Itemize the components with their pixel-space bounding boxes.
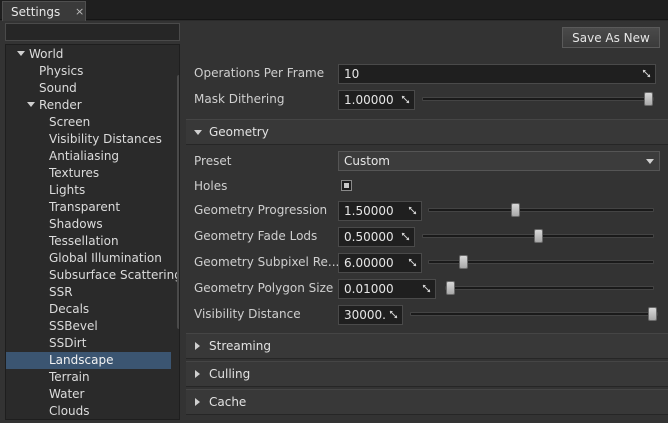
section-title: Streaming <box>209 339 271 353</box>
tree-item-textures[interactable]: Textures <box>49 165 179 182</box>
tree-item-decals[interactable]: Decals <box>49 301 179 318</box>
expand-field-icon[interactable] <box>408 258 417 267</box>
holes-checkbox[interactable] <box>341 180 352 191</box>
operations-per-frame-field[interactable]: 10 <box>338 64 656 84</box>
geometry-fade-lods-field[interactable]: 0.50000 <box>338 227 415 247</box>
geometry-polygon-size-label: Geometry Polygon Size <box>194 281 334 295</box>
tree-item-ssr[interactable]: SSR <box>49 284 179 301</box>
geometry-progression-slider[interactable] <box>428 203 654 217</box>
geometry-fade-lods-label: Geometry Fade Lods <box>194 229 318 243</box>
expand-arrow-icon[interactable] <box>27 102 35 107</box>
slider-thumb[interactable] <box>534 229 543 243</box>
geometry-fade-lods-slider[interactable] <box>422 229 654 243</box>
tree-item-transparent[interactable]: Transparent <box>49 199 179 216</box>
tree-item-antialiasing[interactable]: Antialiasing <box>49 148 179 165</box>
tree-item-global-illumination[interactable]: Global Illumination <box>49 250 179 267</box>
visibility-distance-slider[interactable] <box>410 307 658 321</box>
tree-item-water[interactable]: Water <box>49 386 179 403</box>
search-input[interactable] <box>5 23 180 41</box>
section-title: Geometry <box>209 125 269 139</box>
expand-field-icon[interactable] <box>422 284 431 293</box>
tab-settings[interactable]: Settings × <box>2 1 86 21</box>
save-as-new-button[interactable]: Save As New <box>562 27 660 48</box>
chevron-down-icon <box>646 159 654 164</box>
mask-dithering-slider[interactable] <box>422 92 654 106</box>
geometry-subpixel-slider[interactable] <box>428 255 654 269</box>
visibility-distance-label: Visibility Distance <box>194 307 301 321</box>
geometry-subpixel-field[interactable]: 6.00000 <box>338 253 422 273</box>
mask-dithering-field[interactable]: 1.00000 <box>338 90 415 110</box>
expand-field-icon[interactable] <box>401 232 410 241</box>
geometry-polygon-size-field[interactable]: 0.01000 <box>338 279 436 299</box>
expand-field-icon[interactable] <box>408 206 417 215</box>
slider-thumb[interactable] <box>446 281 455 295</box>
slider-thumb[interactable] <box>648 307 657 321</box>
expand-field-icon[interactable] <box>401 95 410 104</box>
tree-item-physics[interactable]: Physics <box>39 63 179 80</box>
operations-per-frame-label: Operations Per Frame <box>194 66 325 80</box>
holes-label: Holes <box>194 179 228 193</box>
tab-bar <box>0 0 668 20</box>
geometry-polygon-size-slider[interactable] <box>445 281 654 295</box>
tree-item-clouds[interactable]: Clouds <box>49 403 179 419</box>
tree-item-screen[interactable]: Screen <box>49 114 179 131</box>
expand-arrow-icon[interactable] <box>195 370 200 378</box>
expand-arrow-icon[interactable] <box>195 398 200 406</box>
tree-item-ssbevel[interactable]: SSBevel <box>49 318 179 335</box>
section-streaming[interactable]: Streaming <box>186 333 668 359</box>
section-title: Cache <box>209 395 247 409</box>
visibility-distance-field[interactable]: 30000. <box>338 305 403 325</box>
section-geometry[interactable]: Geometry <box>186 119 668 145</box>
tree-scrollbar[interactable] <box>177 75 179 329</box>
tab-title: Settings <box>11 4 61 19</box>
tree-item-shadows[interactable]: Shadows <box>49 216 179 233</box>
preset-label: Preset <box>194 154 232 168</box>
expand-arrow-icon[interactable] <box>195 342 200 350</box>
slider-thumb[interactable] <box>459 255 468 269</box>
tree-item-tessellation[interactable]: Tessellation <box>49 233 179 250</box>
geometry-subpixel-label: Geometry Subpixel Re... <box>194 255 340 269</box>
tree-item-visibility-distances[interactable]: Visibility Distances <box>49 131 179 148</box>
tab-close-icon[interactable]: × <box>75 5 84 18</box>
settings-tree: World Physics Sound Render Screen Visibi… <box>5 44 180 420</box>
section-title: Culling <box>209 367 251 381</box>
slider-thumb[interactable] <box>511 203 520 217</box>
tree-item-subsurface-scattering[interactable]: Subsurface Scattering <box>49 267 179 284</box>
slider-thumb[interactable] <box>644 92 653 106</box>
expand-arrow-icon[interactable] <box>17 51 25 56</box>
tree-item-sound[interactable]: Sound <box>39 80 179 97</box>
tree-item-lights[interactable]: Lights <box>49 182 179 199</box>
tree-item-render[interactable]: Render <box>27 97 179 114</box>
section-cache[interactable]: Cache <box>186 389 668 415</box>
expand-field-icon[interactable] <box>642 69 651 78</box>
tree-item-landscape[interactable]: Landscape <box>6 352 171 369</box>
tree-item-ssdirt[interactable]: SSDirt <box>49 335 179 352</box>
geometry-progression-label: Geometry Progression <box>194 203 328 217</box>
mask-dithering-label: Mask Dithering <box>194 92 285 106</box>
tree-item-world[interactable]: World <box>17 46 179 63</box>
preset-dropdown[interactable]: Custom <box>338 151 660 171</box>
expand-field-icon[interactable] <box>389 310 398 319</box>
collapse-arrow-icon[interactable] <box>194 130 202 135</box>
section-culling[interactable]: Culling <box>186 361 668 387</box>
geometry-progression-field[interactable]: 1.50000 <box>338 201 422 221</box>
tree-item-terrain[interactable]: Terrain <box>49 369 179 386</box>
